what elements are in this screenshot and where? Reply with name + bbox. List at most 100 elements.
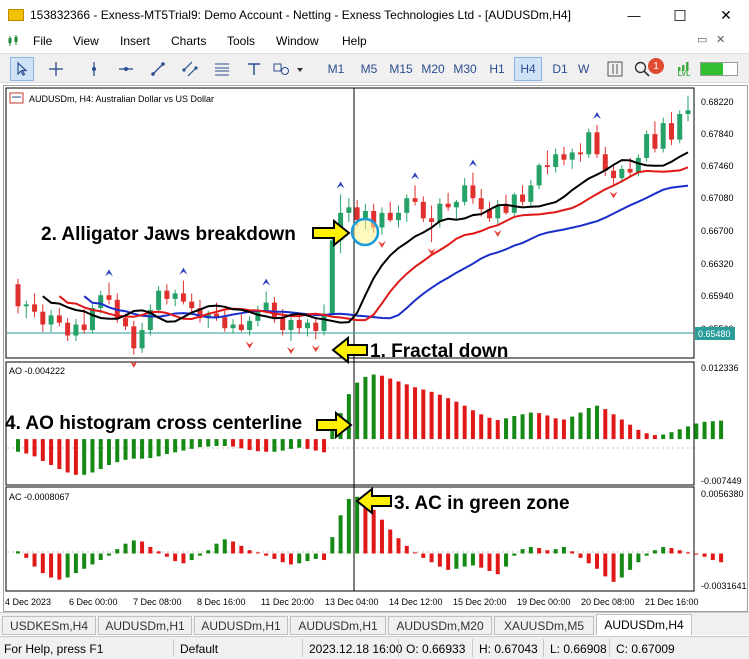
chart-tab-active[interactable]: AUDUSDm,H4 <box>596 614 692 635</box>
horizontal-line-button[interactable] <box>114 57 138 81</box>
ao-bar <box>628 424 633 440</box>
ao-bar <box>330 430 335 440</box>
candle-body <box>644 134 650 158</box>
signal-button[interactable]: LVL <box>672 57 696 81</box>
close-button[interactable]: ✕ <box>703 0 749 31</box>
menu-insert[interactable]: Insert <box>120 34 150 48</box>
date-label: 8 Dec 16:00 <box>197 597 246 607</box>
trendline-button[interactable] <box>146 57 170 81</box>
chart-tab[interactable]: AUDUSDm,H1 <box>194 616 288 635</box>
ao-bar <box>553 418 558 440</box>
ac-bar <box>288 553 293 565</box>
chart-tab[interactable]: USDKESm,H4 <box>2 616 96 635</box>
timeframe-w[interactable]: W <box>578 57 594 81</box>
price-label: 0.66700 <box>701 226 734 236</box>
timeframe-h1[interactable]: H1 <box>484 57 510 81</box>
ac-bar <box>437 553 442 567</box>
ac-bar <box>470 553 475 566</box>
chart-tab[interactable]: AUDUSDm,H1 <box>98 616 192 635</box>
ac-bar <box>255 552 260 554</box>
ao-bar <box>694 423 699 440</box>
timeframe-m20[interactable]: M20 <box>418 57 448 81</box>
date-label: 15 Dec 20:00 <box>453 597 507 607</box>
symbol-label: AUDUSDm, H4: Australian Dollar vs US Dol… <box>29 94 214 104</box>
timeframe-m15[interactable]: M15 <box>386 57 416 81</box>
annotation-fractal-text: 1. Fractal down <box>370 341 508 362</box>
close-child-icon[interactable]: ✕ <box>716 33 725 46</box>
candle-body <box>313 322 319 331</box>
ac-bar <box>702 553 707 557</box>
menu-tools[interactable]: Tools <box>227 34 255 48</box>
chart-type-button[interactable] <box>603 57 627 81</box>
ao-bar <box>181 439 186 451</box>
timeframe-h4[interactable]: H4 <box>514 57 542 81</box>
timeframe-m30[interactable]: M30 <box>450 57 480 81</box>
title-bar: 153832366 - Exness-MT5Trial9: Demo Accou… <box>0 0 749 31</box>
ao-bar <box>16 439 20 452</box>
ao-bar <box>710 421 715 440</box>
price-chart[interactable]: AUDUSDm, H4: Australian Dollar vs US Dol… <box>4 86 747 611</box>
channel-button[interactable] <box>178 57 202 81</box>
maximize-button[interactable]: ☐ <box>657 0 703 31</box>
chart-window[interactable]: AUDUSDm, H4: Australian Dollar vs US Dol… <box>3 85 748 612</box>
cursor-button[interactable] <box>10 57 34 81</box>
timeframe-d1[interactable]: D1 <box>547 57 573 81</box>
ao-label: AO -0.004222 <box>9 366 65 376</box>
minimize-button[interactable]: — <box>611 0 657 31</box>
candle-body <box>544 165 550 168</box>
vertical-line-button[interactable] <box>82 57 106 81</box>
menu-help[interactable]: Help <box>342 34 367 48</box>
ao-bar <box>247 439 252 451</box>
candle-body <box>536 165 542 186</box>
ac-bar <box>561 546 566 554</box>
candle-body <box>553 154 559 168</box>
chart-type-icon <box>607 61 623 77</box>
shapes-button[interactable] <box>270 57 306 81</box>
candle-body <box>528 185 534 202</box>
ac-bar <box>73 553 78 574</box>
menu-charts[interactable]: Charts <box>171 34 206 48</box>
timeframe-m5[interactable]: M5 <box>355 57 383 81</box>
menu-window[interactable]: Window <box>276 34 319 48</box>
ao-bar <box>437 394 442 440</box>
ac-bar <box>603 553 608 577</box>
restore-child-icon[interactable]: ▭ <box>697 33 707 46</box>
candle-body <box>106 295 112 300</box>
candle-body <box>561 154 567 160</box>
ao-bar <box>164 439 169 455</box>
notification-button[interactable]: 1 <box>640 57 664 81</box>
ao-bar <box>504 418 509 440</box>
ao-bar <box>90 439 95 473</box>
candle-body <box>627 168 633 173</box>
ac-bar <box>578 553 583 558</box>
price-label: 0.68220 <box>701 97 734 107</box>
price-label: 0.67840 <box>701 129 734 139</box>
candle-body <box>586 132 592 155</box>
ao-bar <box>652 435 657 440</box>
text-button[interactable] <box>242 57 266 81</box>
menu-view[interactable]: View <box>73 34 99 48</box>
ac-bar <box>586 553 591 564</box>
ao-bar <box>677 429 682 440</box>
fibonacci-button[interactable] <box>210 57 234 81</box>
menu-file[interactable]: File <box>33 34 52 48</box>
ac-bar <box>90 553 95 565</box>
crosshair-button[interactable] <box>44 57 68 81</box>
candle-body <box>685 110 691 114</box>
candle-body <box>156 290 162 310</box>
ac-bar <box>686 552 690 554</box>
status-profile[interactable]: Default <box>180 642 218 656</box>
candle-body <box>222 317 228 329</box>
candle-body <box>577 152 583 155</box>
chart-tab[interactable]: AUDUSDm,H1 <box>290 616 386 635</box>
ac-bar <box>115 549 120 554</box>
annotation-ao: 4. AO histogram cross centerline <box>5 410 353 440</box>
timeframe-m1[interactable]: M1 <box>322 57 350 81</box>
ao-bar <box>173 439 178 453</box>
candle-body <box>445 203 451 208</box>
ao-bar <box>520 414 525 440</box>
chart-tab[interactable]: AUDUSDm,M20 <box>388 616 492 635</box>
chart-tab[interactable]: XAUUSDm,M5 <box>494 616 594 635</box>
ac-bar <box>313 553 318 559</box>
ac-bar <box>231 541 236 554</box>
